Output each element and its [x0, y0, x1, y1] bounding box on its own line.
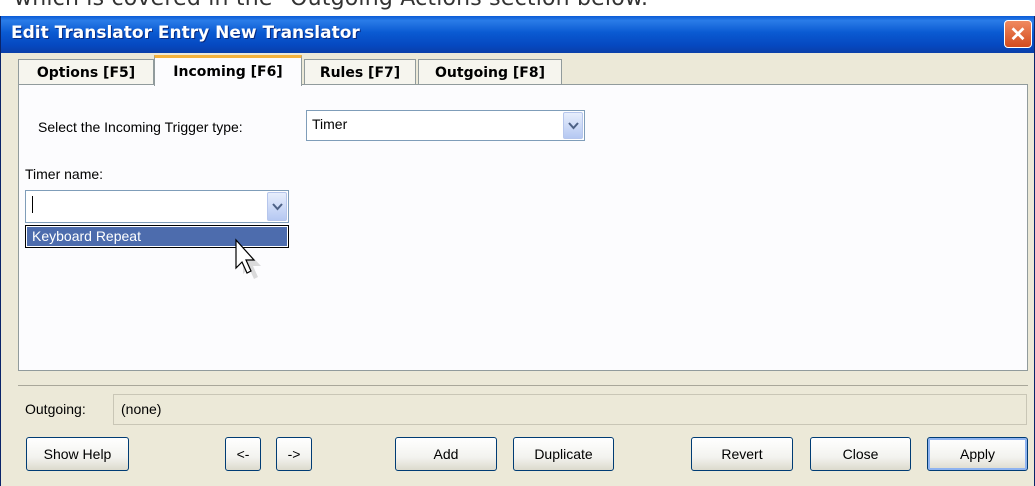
trigger-type-select[interactable]: Timer [306, 110, 585, 141]
revert-button[interactable]: Revert [691, 437, 793, 471]
tab-incoming[interactable]: Incoming [F6] [154, 55, 302, 86]
page-caption: which is covered in the "Outgoing Action… [14, 0, 648, 11]
tab-outgoing[interactable]: Outgoing [F8] [418, 59, 562, 85]
trigger-type-value: Timer [312, 116, 348, 132]
outgoing-summary-value: (none) [121, 401, 162, 417]
tab-options[interactable]: Options [F5] [18, 59, 154, 85]
close-icon: ✕ [1009, 23, 1027, 46]
outgoing-summary-field: (none) [113, 394, 1027, 425]
close-button[interactable]: Close [810, 437, 911, 471]
chevron-down-icon [567, 121, 579, 129]
chevron-down-icon [271, 202, 283, 210]
close-window-button[interactable]: ✕ [1004, 20, 1032, 48]
trigger-type-dropdown-button[interactable] [563, 112, 583, 139]
duplicate-button[interactable]: Duplicate [513, 437, 614, 471]
caption-text-end: section below. [489, 0, 648, 11]
timer-name-dropdown-button[interactable] [267, 192, 287, 221]
mouse-pointer-icon [235, 238, 261, 279]
trigger-type-label: Select the Incoming Trigger type: [38, 119, 243, 135]
add-button[interactable]: Add [395, 437, 497, 471]
outgoing-label: Outgoing: [25, 401, 86, 417]
window-title: Edit Translator Entry New Translator [11, 23, 360, 43]
timer-name-label: Timer name: [25, 166, 104, 182]
tab-rules[interactable]: Rules [F7] [304, 59, 416, 85]
status-separator [18, 385, 1028, 386]
next-button[interactable]: -> [276, 437, 312, 471]
show-help-button[interactable]: Show Help [26, 437, 129, 471]
text-caret [32, 196, 33, 213]
previous-button[interactable]: <- [225, 437, 261, 471]
apply-button[interactable]: Apply [927, 437, 1028, 471]
timer-name-combo[interactable] [25, 190, 289, 223]
caption-text: which is covered in the "Outgoing Action… [14, 0, 482, 11]
title-bar[interactable]: Edit Translator Entry New Translator ✕ [1, 16, 1034, 53]
